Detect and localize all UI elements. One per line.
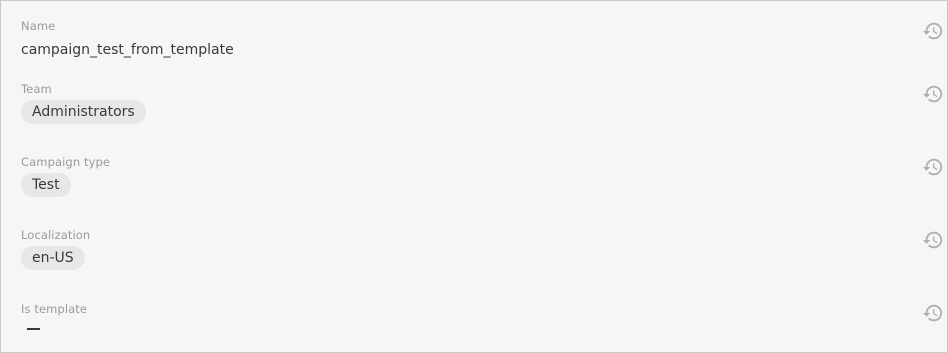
campaign-type-history-button[interactable] [922,156,944,178]
team-chip: Administrators [21,100,146,124]
field-is-template-label: Is template [21,302,88,316]
field-team-label: Team [21,82,52,96]
field-is-template: Is template [21,302,947,330]
field-name: Name campaign_test_from_template [21,19,947,59]
localization-history-button[interactable] [922,229,944,251]
campaign-type-chip: Test [21,173,71,197]
history-icon [922,20,944,42]
is-template-empty-value [27,328,40,330]
history-icon [922,156,944,178]
record-detail-panel: Name campaign_test_from_template Team Ad… [0,0,948,353]
is-template-history-button[interactable] [922,302,944,324]
field-name-label: Name [21,19,56,33]
field-campaign-type: Campaign type Test [21,155,947,197]
history-icon [922,83,944,105]
localization-chip: en-US [21,246,85,270]
field-localization: Localization en-US [21,228,947,270]
history-icon [922,229,944,251]
team-history-button[interactable] [922,83,944,105]
field-name-value: campaign_test_from_template [21,42,234,58]
field-campaign-type-label: Campaign type [21,155,111,169]
field-localization-label: Localization [21,228,91,242]
history-icon [922,302,944,324]
field-team: Team Administrators [21,82,947,124]
name-history-button[interactable] [922,20,944,42]
